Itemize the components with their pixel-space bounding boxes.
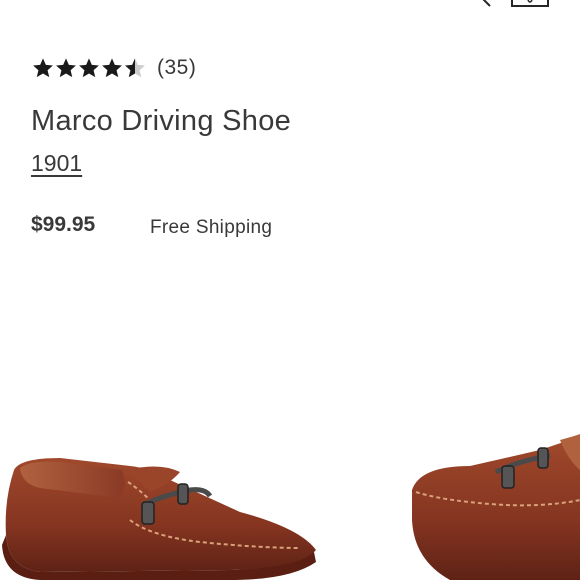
product-image-carousel[interactable] bbox=[0, 420, 580, 580]
shipping-info: Free Shipping bbox=[150, 217, 273, 238]
product-rating[interactable]: (35) bbox=[32, 56, 196, 80]
product-title: Marco Driving Shoe bbox=[31, 105, 292, 137]
product-image-loafer-left[interactable] bbox=[0, 440, 320, 580]
star-icon bbox=[102, 58, 122, 78]
rating-stars bbox=[32, 57, 147, 79]
hamburger-menu-icon[interactable] bbox=[32, 0, 68, 4]
star-icon bbox=[79, 58, 99, 78]
search-icon[interactable] bbox=[470, 0, 494, 10]
shopping-bag-icon[interactable] bbox=[510, 0, 550, 8]
product-price: $99.95 bbox=[31, 213, 96, 236]
star-icon bbox=[33, 58, 53, 78]
product-image-loafer-right[interactable] bbox=[410, 430, 580, 580]
top-navigation-bar bbox=[0, 0, 580, 12]
half-star-icon bbox=[125, 58, 145, 78]
review-count[interactable]: (35) bbox=[157, 56, 196, 80]
star-icon bbox=[56, 58, 76, 78]
brand-link[interactable]: 1901 bbox=[31, 150, 82, 177]
